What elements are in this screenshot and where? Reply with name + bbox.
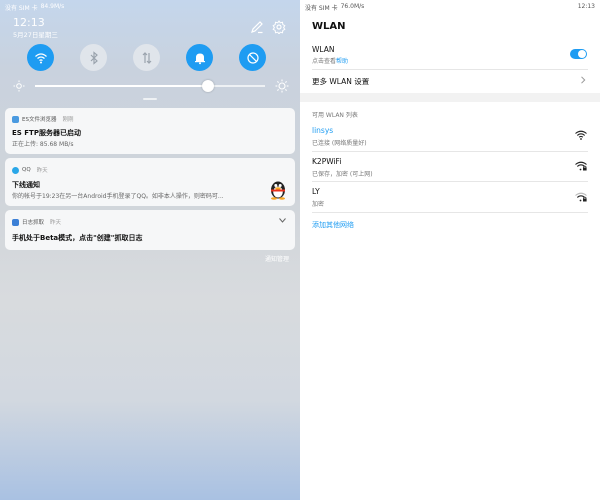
qq-penguin-icon: [271, 181, 285, 200]
help-link[interactable]: 帮助: [336, 58, 348, 65]
edit-icon[interactable]: [250, 20, 264, 34]
wifi-icon: [34, 52, 47, 63]
brightness-knob[interactable]: [201, 80, 214, 92]
wlan-help-text: 点击查看帮助: [312, 56, 348, 65]
network-ssid: LY: [312, 187, 320, 196]
switch-knob: [578, 50, 586, 58]
help-prefix: 点击查看: [312, 58, 337, 65]
wifi-toggle[interactable]: [27, 44, 54, 71]
section-gap: [300, 93, 600, 102]
notification-body: 你的帐号于19:23在另一台Android手机登录了QQ。如非本人操作，则密码可…: [12, 193, 224, 200]
bluetooth-icon: [90, 50, 98, 65]
app-name: 日志抓取: [22, 220, 45, 226]
carrier-label: 没有 SIM 卡: [305, 5, 338, 12]
quick-toggles: [27, 44, 266, 71]
network-speed: 76.0M/s: [340, 3, 365, 10]
divider: [312, 181, 588, 182]
more-wlan-settings-row[interactable]: 更多 WLAN 设置: [300, 72, 600, 90]
auto-rotate-icon: [246, 51, 259, 64]
carrier-label: 没有 SIM 卡: [5, 5, 38, 12]
network-ssid: K2PWiFi: [312, 157, 342, 166]
network-status: 已连接 (网络质量好): [312, 140, 367, 147]
notification-title: ES FTP服务器已启动: [12, 129, 81, 137]
chevron-right-icon: [581, 76, 586, 84]
drag-handle[interactable]: [143, 98, 157, 100]
notification-qq[interactable]: QQ 昨天 下线通知 你的帐号于19:23在另一台Android手机登录了QQ。…: [5, 158, 295, 206]
status-bar: 没有 SIM 卡 76.0M/s 12:13: [300, 0, 600, 12]
gear-icon[interactable]: [272, 20, 286, 34]
brightness-high-icon: [275, 79, 289, 93]
notification-time: 昨天: [50, 220, 62, 226]
clock: 12:13: [13, 16, 45, 29]
auto-rotate-toggle[interactable]: [239, 44, 266, 71]
notification-log[interactable]: 日志抓取 昨天 手机处于Beta模式，点击"创建"抓取日志: [5, 210, 295, 250]
network-row-k2pwifi[interactable]: K2PWiFi 已保存，加密 (可上网): [300, 154, 600, 180]
wlan-toggle-row[interactable]: WLAN 点击查看帮助: [300, 43, 600, 67]
qq-app-icon: [12, 166, 19, 174]
log-app-icon: [12, 218, 19, 226]
wlan-switch[interactable]: [570, 49, 587, 59]
notification-time: 刚刚: [62, 117, 74, 123]
brightness-control: [13, 79, 289, 93]
divider: [312, 151, 588, 152]
network-row-ly[interactable]: LY 加密: [300, 184, 600, 210]
network-ssid: linsys: [312, 126, 334, 135]
status-clock: 12:13: [577, 3, 595, 10]
page-title: WLAN: [312, 21, 346, 32]
notification-app: ES文件浏览器 刚刚: [12, 115, 73, 123]
wifi-locked-icon: [575, 161, 587, 171]
brightness-fill: [35, 85, 208, 87]
notification-time: 昨天: [36, 168, 48, 174]
notification-body: 正在上传: 85.68 MB/s: [12, 141, 74, 148]
notification-title: 手机处于Beta模式，点击"创建"抓取日志: [12, 234, 143, 242]
network-row-linsys[interactable]: linsys 已连接 (网络质量好): [300, 124, 600, 150]
bell-icon: [194, 53, 205, 64]
bell-toggle[interactable]: [186, 44, 213, 71]
notification-app: 日志抓取 昨天: [12, 218, 61, 226]
mobile-data-icon: [142, 51, 151, 64]
more-wlan-settings-label: 更多 WLAN 设置: [312, 77, 370, 86]
wlan-settings: 没有 SIM 卡 76.0M/s 12:13 WLAN WLAN 点击查看帮助 …: [300, 0, 600, 500]
wlan-label: WLAN: [312, 45, 335, 54]
wifi-full-icon: [575, 130, 587, 140]
notification-title: 下线通知: [12, 181, 40, 189]
notification-app: QQ 昨天: [12, 166, 48, 174]
date: 5月27日星期三: [13, 31, 58, 39]
network-status: 已保存，加密 (可上网): [312, 171, 373, 178]
divider: [312, 212, 588, 213]
available-networks-label: 可用 WLAN 列表: [312, 112, 358, 119]
status-bar: 没有 SIM 卡 84.9M/s: [0, 0, 300, 12]
notification-es[interactable]: ES文件浏览器 刚刚 ES FTP服务器已启动 正在上传: 85.68 MB/s: [5, 108, 295, 154]
brightness-slider[interactable]: [35, 80, 265, 92]
network-status: 加密: [312, 201, 325, 208]
wifi-locked-weak-icon: [575, 192, 587, 202]
app-name: QQ: [22, 167, 31, 173]
chevron-down-icon[interactable]: [279, 218, 286, 223]
notification-shade: 没有 SIM 卡 84.9M/s 12:13 5月27日星期三 ES文件浏览器 …: [0, 0, 300, 500]
es-app-icon: [12, 115, 19, 123]
bluetooth-toggle[interactable]: [80, 44, 107, 71]
app-name: ES文件浏览器: [22, 117, 57, 123]
add-other-network-link[interactable]: 添加其他网络: [312, 220, 354, 230]
network-speed: 84.9M/s: [40, 3, 65, 10]
divider: [312, 69, 588, 70]
brightness-low-icon: [13, 80, 25, 92]
notification-manage-link[interactable]: 通知管理: [265, 254, 289, 263]
mobile-data-toggle[interactable]: [133, 44, 160, 71]
